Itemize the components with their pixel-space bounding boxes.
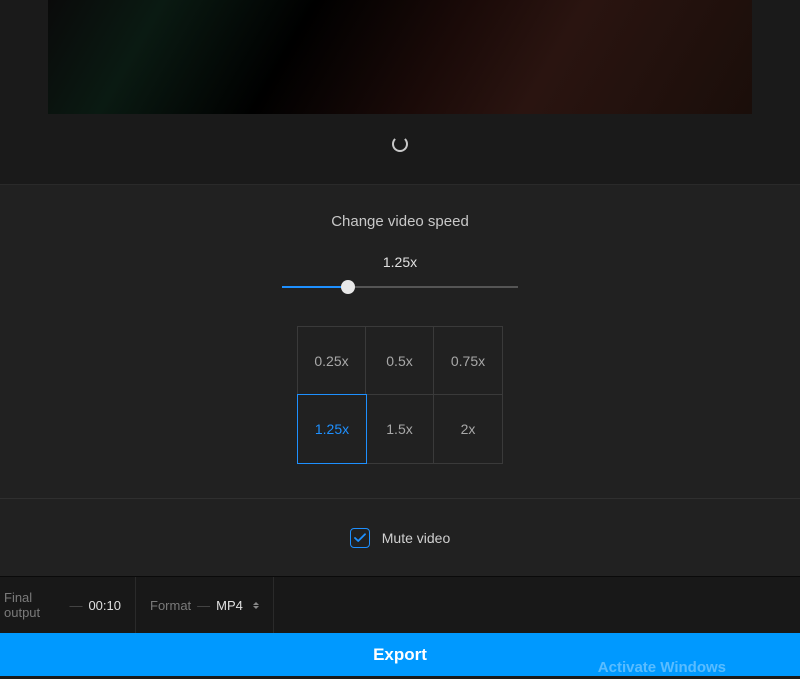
speed-current-value: 1.25x [383, 254, 417, 270]
format-value: MP4 [216, 598, 243, 613]
mute-label: Mute video [382, 530, 450, 546]
export-button[interactable]: Export Activate Windows [0, 633, 800, 676]
export-label: Export [373, 645, 427, 665]
speed-preset-button[interactable]: 0.75x [434, 327, 502, 395]
slider-fill [282, 286, 348, 288]
format-label: Format [150, 598, 191, 613]
info-bar: Final output — 00:10 Format — MP4 [0, 576, 800, 633]
output-value: 00:10 [88, 598, 121, 613]
sort-caret-icon [253, 602, 259, 609]
speed-preset-grid: 0.25x0.5x0.75x 1.25x1.5x2x [297, 326, 503, 464]
loading-spinner-icon [392, 136, 408, 152]
mute-checkbox[interactable] [350, 528, 370, 548]
format-select[interactable]: MP4 [216, 598, 259, 613]
check-icon [354, 533, 366, 543]
video-preview[interactable] [48, 0, 752, 114]
separator: — [69, 598, 82, 613]
speed-preset-button[interactable]: 1.5x [366, 395, 434, 463]
separator: — [197, 598, 210, 613]
loading-row [0, 114, 800, 154]
speed-slider[interactable] [282, 280, 518, 294]
output-duration-cell: Final output — 00:10 [0, 577, 136, 633]
speed-preset-button[interactable]: 0.5x [366, 327, 434, 395]
windows-watermark: Activate Windows [598, 659, 726, 676]
speed-controls: Change video speed 1.25x 0.25x0.5x0.75x1… [0, 184, 800, 498]
slider-thumb[interactable] [341, 280, 355, 294]
speed-preset-button[interactable]: 2x [434, 395, 502, 463]
format-cell: Format — MP4 [136, 577, 274, 633]
speed-preset-button[interactable]: 0.25x [298, 327, 366, 395]
mute-section: Mute video [0, 498, 800, 576]
speed-preset-button[interactable]: 1.25x [297, 394, 367, 464]
output-label: Final output [4, 590, 63, 620]
section-title: Change video speed [331, 213, 469, 230]
